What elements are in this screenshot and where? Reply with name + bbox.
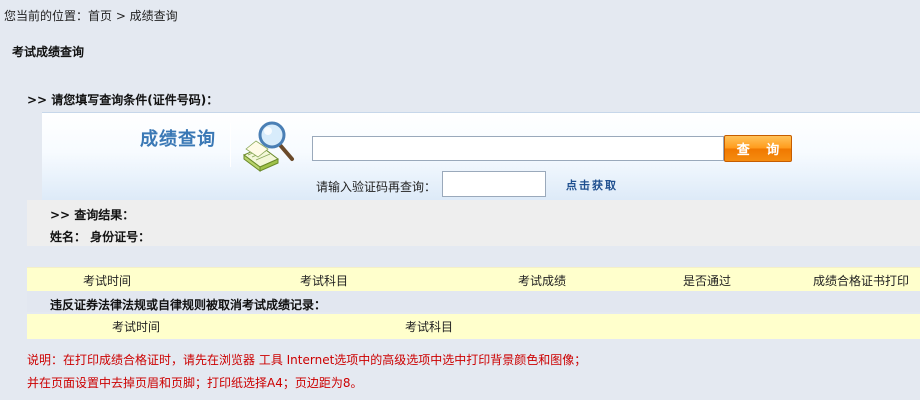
result-name-id-line: 姓名： 身份证号： <box>50 230 151 244</box>
score-table-header: 考试时间 考试科目 考试成绩 是否通过 成绩合格证书打印 <box>27 267 920 291</box>
col-passed: 是否通过 <box>683 274 732 288</box>
query-button[interactable]: 查 询 <box>724 135 792 162</box>
violation-label: 违反证券法律法规或自律规则被取消考试成绩记录： <box>50 298 327 312</box>
panel-heading: 成绩查询 <box>140 129 216 150</box>
result-box <box>27 200 920 246</box>
print-note-line-1: 说明：在打印成绩合格证时，请先在浏览器 工具 Internet选项中的高级选项中… <box>27 353 587 367</box>
col-exam-time: 考试时间 <box>83 274 132 288</box>
id-number-input[interactable] <box>312 136 724 161</box>
book-magnifier-icon <box>243 121 294 172</box>
captcha-label: 请输入验证码再查询： <box>316 180 437 194</box>
query-condition-label: >> 请您填写查询条件(证件号码)： <box>27 93 219 107</box>
violation-table-header: 考试时间 考试科目 <box>27 314 920 339</box>
col-exam-subject: 考试科目 <box>300 274 349 288</box>
col-violation-exam-subject: 考试科目 <box>405 320 454 334</box>
col-certificate-print: 成绩合格证书打印 <box>813 274 910 288</box>
page-title: 考试成绩查询 <box>12 45 85 59</box>
col-violation-exam-time: 考试时间 <box>112 320 161 334</box>
breadcrumb: 您当前的位置：首页 > 成绩查询 <box>4 9 178 23</box>
result-heading: >> 查询结果： <box>50 208 135 222</box>
get-captcha-link[interactable]: 点击获取 <box>566 177 618 193</box>
query-panel: 成绩查询 查 询 请输入验证码再查询： 点击获取 <box>42 112 920 200</box>
captcha-input[interactable] <box>442 171 546 197</box>
panel-divider <box>230 123 231 167</box>
col-exam-score: 考试成绩 <box>518 274 567 288</box>
print-note-line-2: 并在页面设置中去掉页眉和页脚；打印纸选择A4；页边距为8。 <box>27 376 363 390</box>
